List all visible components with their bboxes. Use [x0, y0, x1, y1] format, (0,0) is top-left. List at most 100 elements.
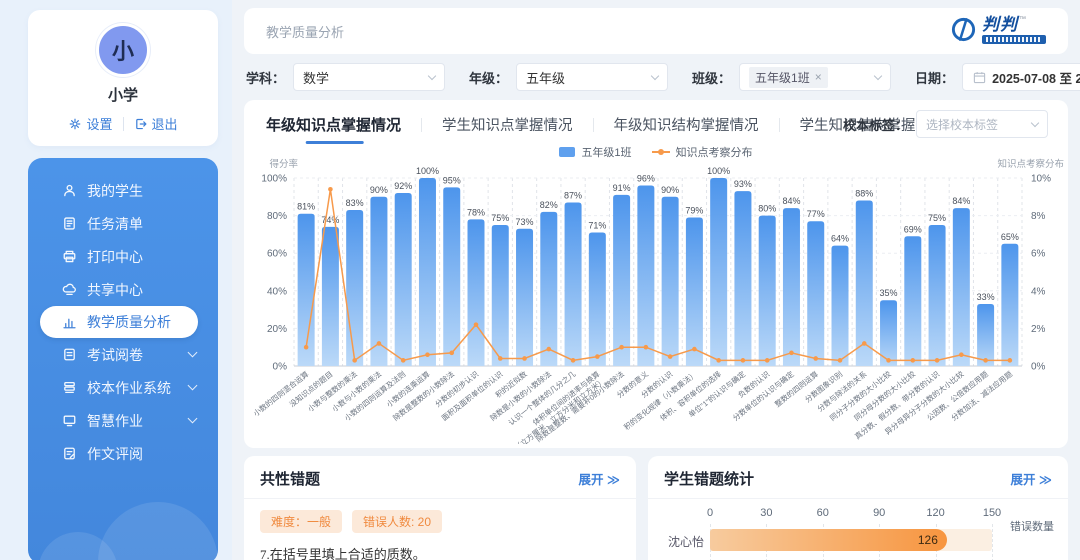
chevron-down-icon	[874, 71, 882, 79]
logo-text: 判判	[982, 16, 1018, 33]
bar-value-label: 64%	[831, 234, 849, 244]
sidebar-item-students[interactable]: 我的学生	[28, 174, 218, 207]
bar-value-label: 71%	[588, 221, 606, 231]
line-point	[1008, 358, 1013, 363]
share-icon	[62, 282, 77, 297]
sidebar-item-smart[interactable]: 智慧作业	[28, 404, 218, 437]
sidebar-item-share[interactable]: 共享中心	[28, 273, 218, 306]
bar	[468, 219, 485, 366]
difficulty-badge: 难度：一般	[260, 510, 342, 533]
class-tag-text: 五年级1班	[755, 69, 810, 86]
bar-value-label: 84%	[952, 196, 970, 206]
quality-icon	[62, 315, 77, 330]
sidebar-item-label: 任务清单	[87, 214, 143, 234]
chevron-down-icon	[188, 381, 198, 391]
bar	[589, 233, 606, 366]
sidebar-item-essay[interactable]: 作文评阅	[28, 437, 218, 470]
class-select[interactable]: 五年级1班 ×	[739, 63, 891, 91]
bar	[686, 217, 703, 366]
remove-tag-icon[interactable]: ×	[815, 70, 822, 84]
grade-select[interactable]: 五年级	[516, 63, 668, 91]
date-range-picker[interactable]: 2025-07-08 至 2025-08-07	[962, 63, 1080, 91]
logo-tagline	[982, 35, 1046, 44]
bar-value-label: 79%	[685, 205, 703, 215]
bar-value-label: 84%	[782, 196, 800, 206]
chevron-down-icon	[428, 71, 436, 79]
line-point	[571, 358, 576, 363]
right-axis-tick: 10%	[1031, 174, 1051, 185]
logout-button[interactable]: 退出	[134, 114, 178, 133]
sidebar-item-print[interactable]: 打印中心	[28, 240, 218, 273]
bar-value-label: 92%	[394, 181, 412, 191]
tab-grade-knowledge-points[interactable]: 年级知识点掌握情况	[266, 114, 421, 135]
bar	[662, 197, 679, 366]
app-logo: 判判 ™	[950, 16, 1046, 46]
left-axis-tick: 20%	[267, 324, 287, 335]
error-count-badge: 错误人数: 20	[352, 510, 442, 533]
school-tag-select[interactable]: 选择校本标签	[916, 110, 1048, 138]
line-point	[522, 356, 527, 361]
breadcrumb: 教学质量分析	[266, 22, 344, 41]
line-point	[644, 345, 649, 350]
bar-value-label: 33%	[977, 292, 995, 302]
line-point	[862, 341, 867, 346]
logout-label: 退出	[152, 114, 178, 133]
bar-value-label: 75%	[928, 213, 946, 223]
bar-value-label: 88%	[855, 189, 873, 199]
bar-value-label: 87%	[564, 190, 582, 200]
tab-grade-knowledge-structure[interactable]: 年级知识结构掌握情况	[594, 114, 779, 135]
line-point	[741, 358, 746, 363]
right-axis-tick: 0%	[1031, 362, 1046, 373]
logo-icon	[950, 16, 977, 46]
chevron-down-icon	[1031, 118, 1039, 126]
topbar: 教学质量分析 判判 ™	[244, 8, 1068, 54]
line-point	[886, 358, 891, 363]
bar-value-label: 82%	[540, 200, 558, 210]
bar-value-label: 74%	[321, 215, 339, 225]
common-mistakes-card: 共性错题 展开 ≫ 难度：一般 错误人数: 20 7.在括号里填上合适的质数。 …	[244, 456, 636, 560]
calendar-icon	[973, 71, 986, 84]
sidebar: 小 小学 设置 退出 我的学生任务清单打印中心共享中心教学质量分析考试阅卷校本作…	[0, 0, 232, 560]
sidebar-item-label: 教学质量分析	[87, 312, 171, 332]
settings-button[interactable]: 设置	[68, 114, 112, 133]
line-point	[911, 358, 916, 363]
bar	[807, 221, 824, 366]
sidebar-item-school[interactable]: 校本作业系统	[28, 371, 218, 404]
student-mistakes-expand-link[interactable]: 展开 ≫	[1010, 469, 1052, 488]
bar	[929, 225, 946, 366]
subject-value: 数学	[303, 68, 329, 87]
sidebar-item-exam[interactable]: 考试阅卷	[28, 338, 218, 371]
knowledge-points-chart[interactable]: 0%20%40%60%80%100%0%2%4%6%8%10%得分率知识点考察分…	[248, 156, 1066, 444]
exam-icon	[62, 347, 77, 362]
student-error-row: 沈心怡126	[710, 529, 992, 551]
line-point	[328, 187, 333, 192]
line-point	[692, 347, 697, 352]
bar-value-label: 90%	[370, 185, 388, 195]
grade-value: 五年级	[526, 68, 565, 87]
right-axis-tick: 6%	[1031, 249, 1046, 260]
bar-value-label: 65%	[1001, 232, 1019, 242]
bar-value-label: 75%	[491, 213, 509, 223]
line-point	[425, 352, 430, 357]
right-axis-title: 知识点考察分布	[997, 158, 1064, 170]
left-axis-tick: 40%	[267, 286, 287, 297]
subject-label: 学科：	[246, 68, 285, 87]
bar	[710, 178, 727, 366]
bar	[419, 178, 436, 366]
bar-value-label: 77%	[807, 209, 825, 219]
chart-svg: 0%20%40%60%80%100%0%2%4%6%8%10%得分率知识点考察分…	[248, 156, 1066, 444]
common-mistakes-expand-link[interactable]: 展开 ≫	[578, 469, 620, 488]
avatar-text: 小	[112, 34, 134, 66]
left-axis-tick: 60%	[267, 249, 287, 260]
line-point	[983, 358, 988, 363]
settings-label: 设置	[86, 114, 112, 133]
sidebar-item-quality[interactable]: 教学质量分析	[40, 306, 198, 338]
student-mistakes-chart[interactable]: 错误数量 0306090120150沈心怡126黄松昊105	[710, 507, 992, 560]
bar	[759, 216, 776, 366]
line-point	[838, 358, 843, 363]
subject-select[interactable]: 数学	[293, 63, 445, 91]
sidebar-item-tasks[interactable]: 任务清单	[28, 207, 218, 240]
date-range-value: 2025-07-08 至 2025-08-07	[992, 68, 1080, 87]
tab-student-knowledge-points[interactable]: 学生知识点掌握情况	[422, 114, 593, 135]
chevron-down-icon	[188, 348, 198, 358]
